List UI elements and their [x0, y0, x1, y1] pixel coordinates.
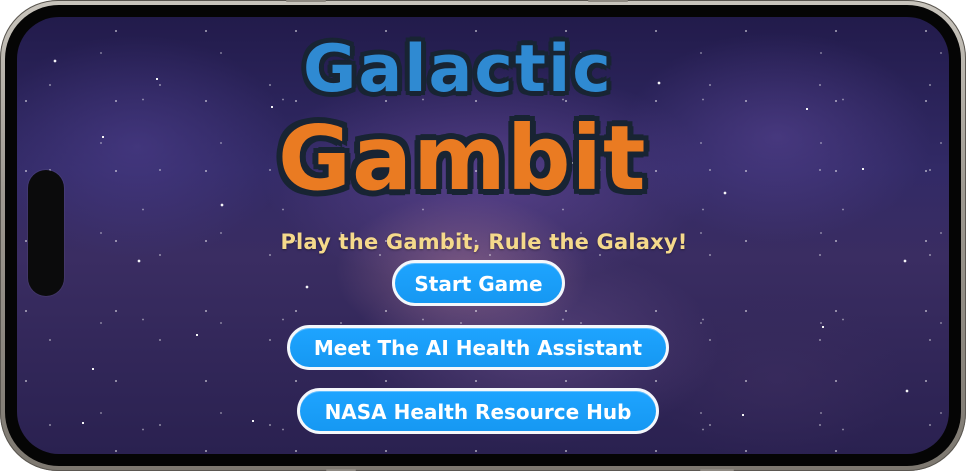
bottom-side-button-right [700, 469, 734, 471]
start-game-button[interactable]: Start Game [392, 260, 565, 306]
bottom-side-button-left [326, 469, 356, 471]
top-side-button-left [286, 0, 326, 2]
tagline: Play the Gambit, Rule the Galaxy! [280, 230, 688, 254]
top-side-button-center [588, 0, 628, 2]
ai-health-assistant-button[interactable]: Meet The AI Health Assistant [287, 325, 669, 370]
title-gambit: Gambit [278, 106, 647, 210]
nasa-health-resource-hub-button[interactable]: NASA Health Resource Hub [297, 388, 659, 434]
title-galactic: Galactic [303, 32, 613, 107]
